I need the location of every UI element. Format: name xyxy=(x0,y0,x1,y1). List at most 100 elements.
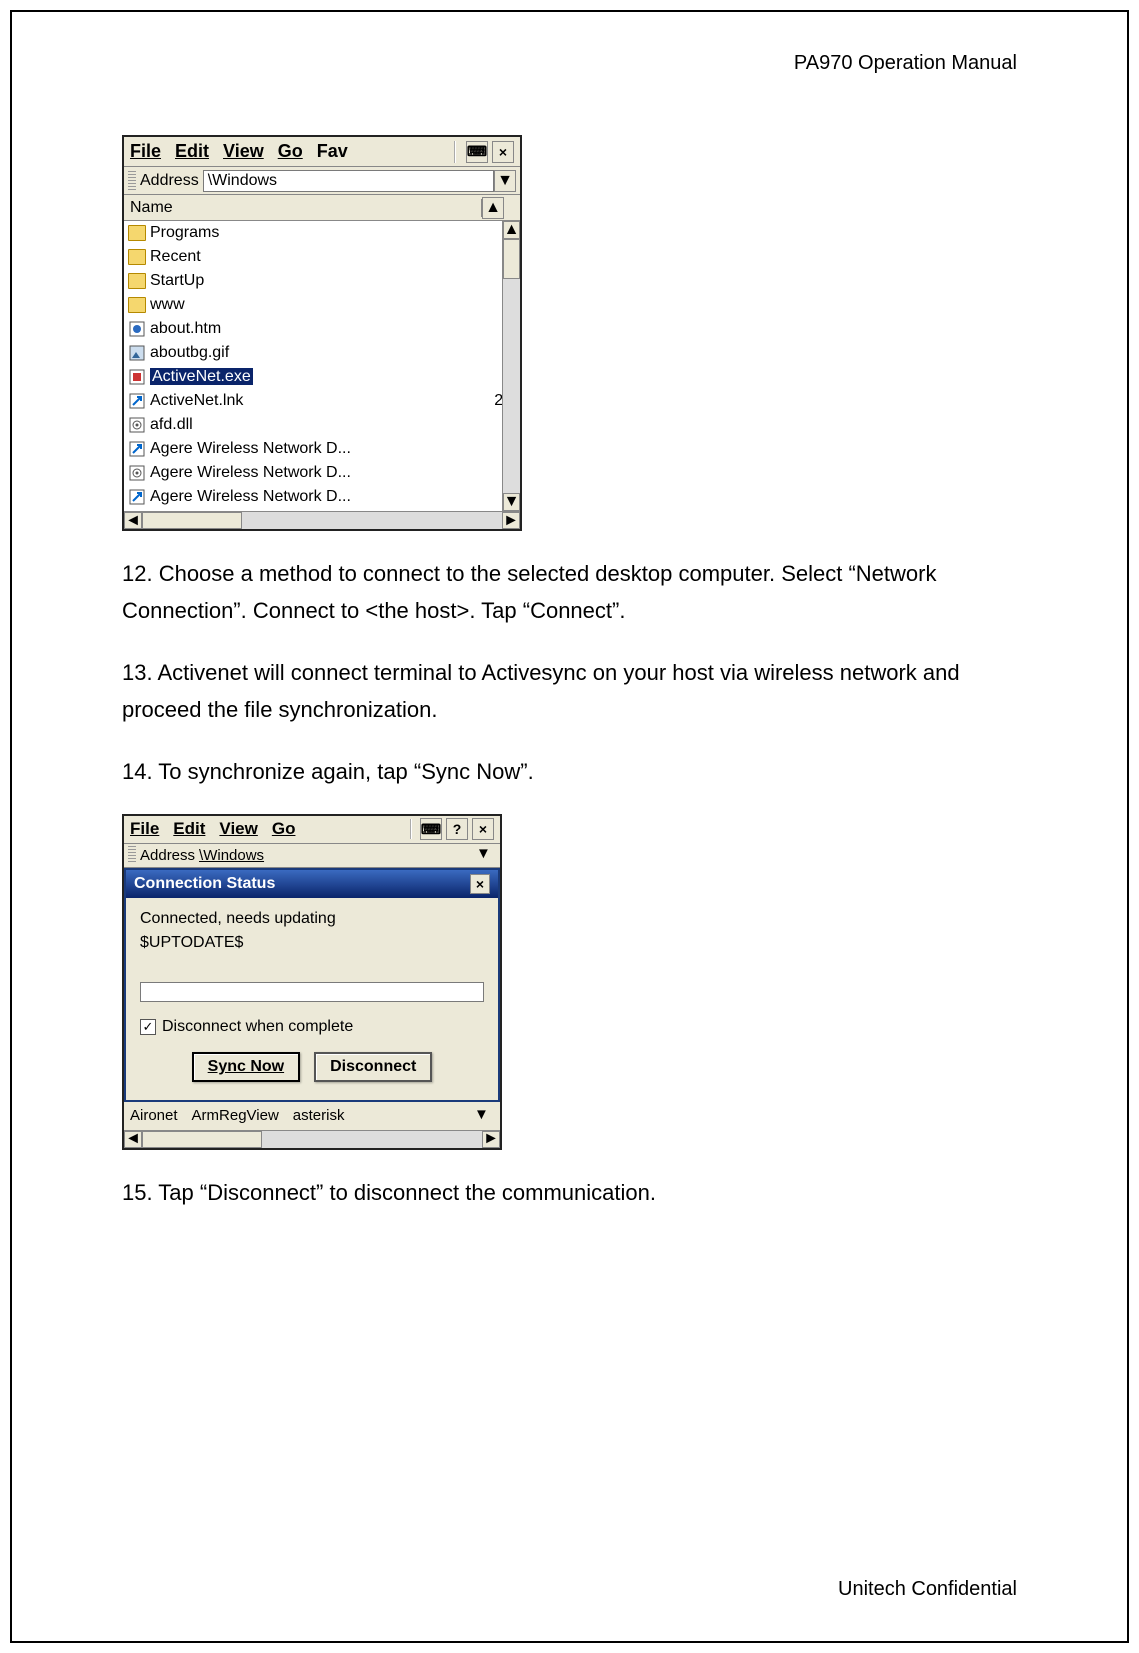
close-icon[interactable]: × xyxy=(492,141,514,163)
file-row[interactable]: www xyxy=(124,293,520,317)
column-name[interactable]: Name xyxy=(124,199,482,217)
menubar: File Edit View Go Fav ⌨ × xyxy=(124,137,520,167)
menu-favorites[interactable]: Fav xyxy=(317,141,348,162)
file-name: afd.dll xyxy=(150,416,476,434)
file-row[interactable]: aboutbg.gif1 xyxy=(124,341,520,365)
address-value[interactable]: \Windows xyxy=(199,847,476,864)
taskbar-item-asterisk[interactable]: asterisk xyxy=(293,1107,345,1124)
file-name: Agere Wireless Network D... xyxy=(150,464,476,482)
page-header: PA970 Operation Manual xyxy=(122,52,1017,75)
scroll-left-icon[interactable]: ◄ xyxy=(124,512,142,529)
file-row[interactable]: Agere Wireless Network D...7 xyxy=(124,437,520,461)
menu-go[interactable]: Go xyxy=(278,141,303,162)
checkbox[interactable]: ✓ xyxy=(140,1019,156,1035)
gripper-icon xyxy=(128,171,136,191)
file-name: StartUp xyxy=(150,272,476,290)
file-row[interactable]: ActiveNet.exe4 xyxy=(124,365,520,389)
taskbar-item-armregview[interactable]: ArmRegView xyxy=(192,1107,279,1124)
close-icon[interactable]: × xyxy=(470,874,490,894)
file-row[interactable]: Programs xyxy=(124,221,520,245)
dll-file-icon xyxy=(128,417,146,433)
file-name: ActiveNet.lnk xyxy=(150,392,476,410)
menubar: File Edit View Go ⌨ ? × xyxy=(124,816,500,844)
toolbar-divider xyxy=(454,141,456,163)
checkbox-label: Disconnect when complete xyxy=(162,1018,353,1036)
file-row[interactable]: Agere Wireless Network D...2 xyxy=(124,485,520,509)
folder-icon xyxy=(128,225,146,241)
sync-now-button[interactable]: Sync Now xyxy=(192,1052,300,1082)
vertical-scrollbar[interactable]: ▲ ▼ xyxy=(502,221,520,511)
scroll-track[interactable] xyxy=(503,279,520,493)
horizontal-scrollbar[interactable]: ◄ ► xyxy=(124,511,520,529)
scroll-down-icon[interactable]: ▼ xyxy=(503,493,520,511)
scroll-thumb[interactable] xyxy=(142,1131,262,1148)
list-header: Name ▲ xyxy=(124,195,520,221)
dialog-button-row: Sync Now Disconnect xyxy=(140,1052,484,1082)
scroll-thumb[interactable] xyxy=(503,239,520,279)
step-15: 15. Tap “Disconnect” to disconnect the c… xyxy=(122,1174,1017,1211)
help-icon[interactable]: ? xyxy=(446,818,468,840)
file-name: aboutbg.gif xyxy=(150,344,476,362)
document-page: PA970 Operation Manual File Edit View Go… xyxy=(10,10,1129,1643)
horizontal-scrollbar[interactable]: ◄ ► xyxy=(124,1130,500,1148)
menu-edit[interactable]: Edit xyxy=(175,141,209,162)
step-14: 14. To synchronize again, tap “Sync Now”… xyxy=(122,753,1017,790)
address-label: Address xyxy=(140,847,195,864)
disconnect-button[interactable]: Disconnect xyxy=(314,1052,432,1082)
page-footer: Unitech Confidential xyxy=(838,1578,1017,1601)
close-icon[interactable]: × xyxy=(472,818,494,840)
address-value: \Windows xyxy=(208,172,277,190)
address-dropdown-icon[interactable]: ▼ xyxy=(476,845,496,865)
menu-file[interactable]: File xyxy=(130,141,161,162)
file-list: ProgramsRecentStartUpwwwabout.htm3aboutb… xyxy=(124,221,520,511)
scroll-up-icon[interactable]: ▲ xyxy=(503,221,520,239)
taskbar: Aironet ArmRegView asterisk ▼ xyxy=(124,1102,500,1130)
exe-file-icon xyxy=(128,369,146,385)
scroll-thumb[interactable] xyxy=(142,512,242,529)
screenshot-file-explorer: File Edit View Go Fav ⌨ × Address \Windo… xyxy=(122,135,522,531)
file-row[interactable]: ActiveNet.lnk25 xyxy=(124,389,520,413)
file-name: Programs xyxy=(150,224,476,242)
step-13: 13. Activenet will connect terminal to A… xyxy=(122,654,1017,729)
menu-go[interactable]: Go xyxy=(272,819,296,839)
address-input[interactable]: \Windows xyxy=(203,170,494,192)
address-dropdown-icon[interactable]: ▼ xyxy=(494,170,516,192)
file-name: Agere Wireless Network D... xyxy=(150,440,476,458)
file-row[interactable]: Agere Wireless Network D...2 xyxy=(124,461,520,485)
scroll-right-icon[interactable]: ► xyxy=(502,512,520,529)
file-name: ActiveNet.exe xyxy=(150,368,476,386)
taskbar-item-aironet[interactable]: Aironet xyxy=(130,1107,178,1124)
shortcut-icon xyxy=(128,489,146,505)
keyboard-icon[interactable]: ⌨ xyxy=(420,818,442,840)
image-file-icon xyxy=(128,345,146,361)
gripper-icon xyxy=(128,846,136,864)
shortcut-icon xyxy=(128,393,146,409)
file-name: Recent xyxy=(150,248,476,266)
address-bar: Address \Windows ▼ xyxy=(124,844,500,868)
shortcut-icon xyxy=(128,441,146,457)
progress-bar xyxy=(140,982,484,1002)
taskbar-dropdown-icon[interactable]: ▼ xyxy=(474,1106,494,1126)
dialog-title: Connection Status xyxy=(134,875,470,893)
menu-edit[interactable]: Edit xyxy=(173,819,205,839)
disconnect-when-complete-row: ✓ Disconnect when complete xyxy=(140,1018,484,1036)
step-12: 12. Choose a method to connect to the se… xyxy=(122,555,1017,630)
menu-file[interactable]: File xyxy=(130,819,159,839)
keyboard-icon[interactable]: ⌨ xyxy=(466,141,488,163)
scroll-right-icon[interactable]: ► xyxy=(482,1131,500,1148)
folder-icon xyxy=(128,273,146,289)
file-row[interactable]: afd.dll7 xyxy=(124,413,520,437)
menu-view[interactable]: View xyxy=(223,141,264,162)
scroll-track[interactable] xyxy=(142,1131,482,1148)
connection-status-dialog: Connection Status × Connected, needs upd… xyxy=(124,868,500,1102)
folder-icon xyxy=(128,297,146,313)
file-row[interactable]: about.htm3 xyxy=(124,317,520,341)
scroll-left-icon[interactable]: ◄ xyxy=(124,1131,142,1148)
scroll-track[interactable] xyxy=(142,512,502,529)
sort-ascending-icon[interactable]: ▲ xyxy=(482,197,504,219)
file-row[interactable]: StartUp xyxy=(124,269,520,293)
file-name: www xyxy=(150,296,476,314)
html-file-icon xyxy=(128,321,146,337)
file-row[interactable]: Recent xyxy=(124,245,520,269)
menu-view[interactable]: View xyxy=(219,819,257,839)
